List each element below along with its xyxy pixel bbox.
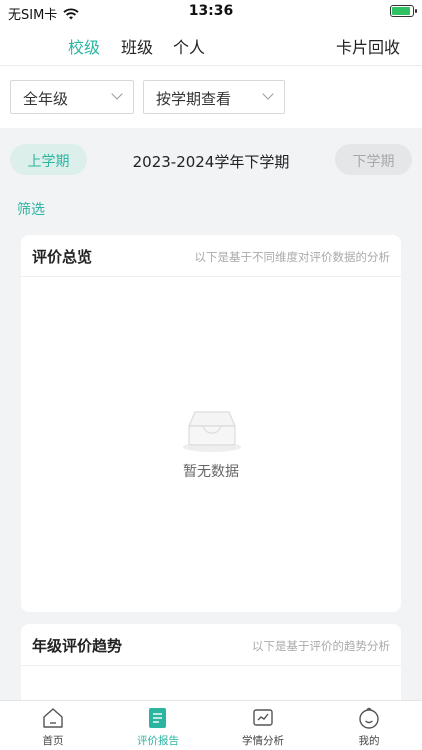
nav-analysis-label: 学情分析 xyxy=(242,735,284,747)
view-mode-select-value: 按学期查看 xyxy=(156,90,232,108)
overview-card-title: 评价总览 xyxy=(32,248,93,266)
tab-personal[interactable]: 个人 xyxy=(173,34,205,58)
trend-card-title: 年级评价趋势 xyxy=(32,637,123,655)
overview-card: 评价总览 以下是基于不同维度对评价数据的分析 暂无数据 xyxy=(21,235,401,612)
nav-report-label: 评价报告 xyxy=(137,735,179,747)
battery-icon xyxy=(390,5,417,17)
nav-report[interactable]: 评价报告 xyxy=(118,707,198,748)
home-icon xyxy=(43,708,63,728)
status-time: 13:36 xyxy=(188,3,234,19)
nav-home[interactable]: 首页 xyxy=(13,707,93,748)
grade-trend-card: 年级评价趋势 以下是基于评价的趋势分析 xyxy=(21,624,401,700)
trend-card-subtitle: 以下是基于评价的趋势分析 xyxy=(252,639,390,653)
grade-select[interactable]: 全年级 xyxy=(10,80,134,114)
empty-inbox-icon xyxy=(183,411,241,452)
filter-row: 全年级 按学期查看 xyxy=(0,66,422,128)
tab-school[interactable]: 校级 xyxy=(68,34,100,58)
term-switcher: 上学期 2023-2024学年下学期 下学期 xyxy=(0,128,422,192)
chevron-down-icon xyxy=(111,88,123,100)
overview-card-header: 评价总览 以下是基于不同维度对评价数据的分析 xyxy=(21,235,401,277)
nav-analysis[interactable]: 学情分析 xyxy=(223,707,303,748)
overview-card-subtitle: 以下是基于不同维度对评价数据的分析 xyxy=(194,250,391,264)
main-content[interactable]: 上学期 2023-2024学年下学期 下学期 筛选 评价总览 以下是基于不同维度… xyxy=(0,128,422,700)
nav-mine-label: 我的 xyxy=(358,735,380,747)
status-right xyxy=(390,5,417,17)
view-mode-select[interactable]: 按学期查看 xyxy=(143,80,285,114)
status-bar: 无SIM卡 13:36 xyxy=(0,0,422,24)
tab-class[interactable]: 班级 xyxy=(121,34,153,58)
profile-icon xyxy=(359,707,379,729)
nav-home-label: 首页 xyxy=(42,735,64,747)
battery-fill xyxy=(392,7,410,15)
chevron-down-icon xyxy=(262,88,274,100)
trend-card-header: 年级评价趋势 以下是基于评价的趋势分析 xyxy=(21,624,401,666)
nav-mine[interactable]: 我的 xyxy=(329,707,409,748)
grade-select-value: 全年级 xyxy=(23,90,69,108)
top-tab-bar: 校级 班级 个人 卡片回收 xyxy=(0,24,422,66)
empty-state-text: 暂无数据 xyxy=(183,464,239,480)
bottom-nav: 首页 评价报告 学情分析 我的 xyxy=(0,700,422,750)
analysis-icon xyxy=(253,709,273,726)
report-icon xyxy=(149,708,166,728)
filter-link[interactable]: 筛选 xyxy=(17,199,45,219)
next-term-button[interactable]: 下学期 xyxy=(335,144,412,175)
card-recycle-button[interactable]: 卡片回收 xyxy=(336,34,400,58)
